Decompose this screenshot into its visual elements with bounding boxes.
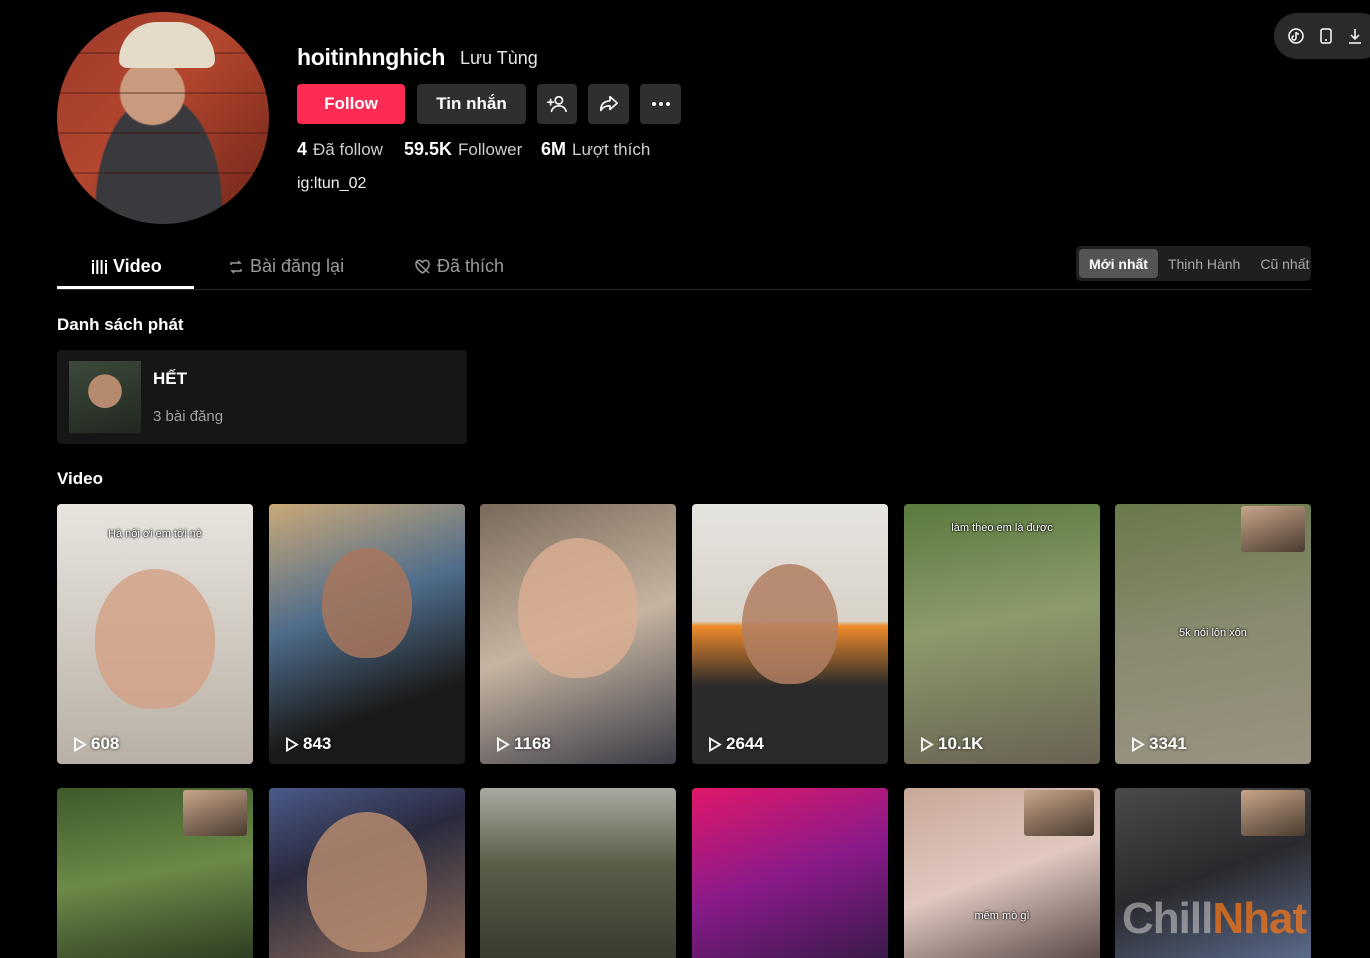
add-friend-button[interactable] xyxy=(537,84,577,124)
tab-reposts-label: Bài đăng lại xyxy=(250,256,345,276)
following-label: Đã follow xyxy=(313,140,383,159)
following-stat[interactable]: 4 Đã follow xyxy=(297,139,383,160)
view-count: 3341 xyxy=(1131,734,1187,754)
tab-videos[interactable]: Video xyxy=(92,256,162,277)
play-icon xyxy=(496,736,510,752)
play-icon xyxy=(920,736,934,752)
followers-label: Follower xyxy=(458,140,523,159)
watermark-part1: Chill xyxy=(1122,894,1213,943)
profile-display-name: Lưu Tùng xyxy=(460,48,538,68)
view-count: 1168 xyxy=(496,734,551,754)
follow-button[interactable]: Follow xyxy=(297,84,405,124)
video-heading: Video xyxy=(57,469,103,488)
grid-bars-icon xyxy=(92,259,107,274)
video-card[interactable]: làm theo em là được 10.1K xyxy=(904,504,1100,764)
video-card[interactable]: 2644 xyxy=(692,504,888,764)
video-caption: 5k nói lộn xộn xyxy=(1179,627,1247,639)
watermark-part2: Nhat xyxy=(1212,894,1307,943)
followers-stat[interactable]: 59.5K Follower xyxy=(404,139,522,160)
tiktok-icon[interactable] xyxy=(1288,28,1304,44)
likes-count: 6M xyxy=(541,139,567,159)
followers-count: 59.5K xyxy=(404,139,453,159)
share-arrow-icon xyxy=(598,93,620,115)
more-options-button[interactable] xyxy=(640,84,681,124)
ellipsis-icon xyxy=(651,101,671,107)
video-card[interactable] xyxy=(480,788,676,958)
video-card[interactable] xyxy=(269,788,465,958)
tabs-divider xyxy=(57,289,1311,290)
playlist-card[interactable]: HẾT 3 bài đăng xyxy=(57,350,467,444)
tab-videos-label: Video xyxy=(113,256,162,276)
message-button[interactable]: Tin nhắn xyxy=(417,84,526,124)
sort-control: Mới nhất Thịnh Hành Cũ nhất xyxy=(1076,246,1311,281)
likes-stat: 6M Lượt thích xyxy=(541,139,650,160)
video-card[interactable]: Hà nội ơi em tới nè 608 xyxy=(57,504,253,764)
share-button[interactable] xyxy=(588,84,629,124)
video-inset-thumbnail xyxy=(1241,790,1305,836)
play-icon xyxy=(285,736,299,752)
playlist-thumbnail xyxy=(69,361,141,433)
download-icon[interactable] xyxy=(1348,28,1362,44)
view-count: 608 xyxy=(73,734,119,754)
video-inset-thumbnail xyxy=(1024,790,1094,836)
following-count: 4 xyxy=(297,139,308,159)
profile-avatar xyxy=(57,12,269,224)
video-inset-thumbnail xyxy=(183,790,247,836)
play-icon xyxy=(73,736,87,752)
video-card[interactable]: 1168 xyxy=(480,504,676,764)
video-card[interactable] xyxy=(57,788,253,958)
playlist-count: 3 bài đăng xyxy=(153,408,224,425)
video-inset-thumbnail xyxy=(1241,506,1305,552)
sort-oldest[interactable]: Cũ nhất xyxy=(1250,249,1319,278)
video-card[interactable]: 5k nói lộn xộn 3341 xyxy=(1115,504,1311,764)
repost-icon xyxy=(228,259,244,275)
view-count-value: 843 xyxy=(303,734,332,753)
tab-liked[interactable]: Đã thích xyxy=(414,256,504,277)
phone-icon[interactable] xyxy=(1320,28,1332,44)
view-count: 2644 xyxy=(708,734,764,754)
video-caption: mếm mò gì xyxy=(974,910,1030,922)
sort-popular[interactable]: Thịnh Hành xyxy=(1158,249,1250,278)
profile-username: hoitinhnghich xyxy=(297,44,446,70)
likes-label: Lượt thích xyxy=(572,140,651,159)
view-count-value: 2644 xyxy=(726,734,764,753)
view-count-value: 608 xyxy=(91,734,120,753)
playlist-heading: Danh sách phát xyxy=(57,315,184,334)
add-user-icon xyxy=(546,93,568,115)
profile-bio: ig:ltun_02 xyxy=(297,175,367,192)
watermark-logo: ChillNhat xyxy=(1122,894,1307,944)
video-caption: Hà nội ơi em tới nè xyxy=(108,528,202,540)
play-icon xyxy=(1131,736,1145,752)
video-card[interactable]: mếm mò gì xyxy=(904,788,1100,958)
playlist-title: HẾT xyxy=(153,369,187,388)
view-count-value: 3341 xyxy=(1149,734,1187,753)
heart-slash-icon xyxy=(414,259,431,275)
sort-newest[interactable]: Mới nhất xyxy=(1079,249,1158,278)
tab-liked-label: Đã thích xyxy=(437,256,505,276)
play-icon xyxy=(708,736,722,752)
video-card[interactable] xyxy=(692,788,888,958)
floating-toolbar xyxy=(1274,13,1370,59)
video-card[interactable]: 843 xyxy=(269,504,465,764)
view-count-value: 1168 xyxy=(514,734,551,753)
video-caption: làm theo em là được xyxy=(951,522,1053,534)
view-count: 10.1K xyxy=(920,734,983,754)
view-count-value: 10.1K xyxy=(938,734,984,753)
tab-reposts[interactable]: Bài đăng lại xyxy=(228,256,344,277)
view-count: 843 xyxy=(285,734,331,754)
